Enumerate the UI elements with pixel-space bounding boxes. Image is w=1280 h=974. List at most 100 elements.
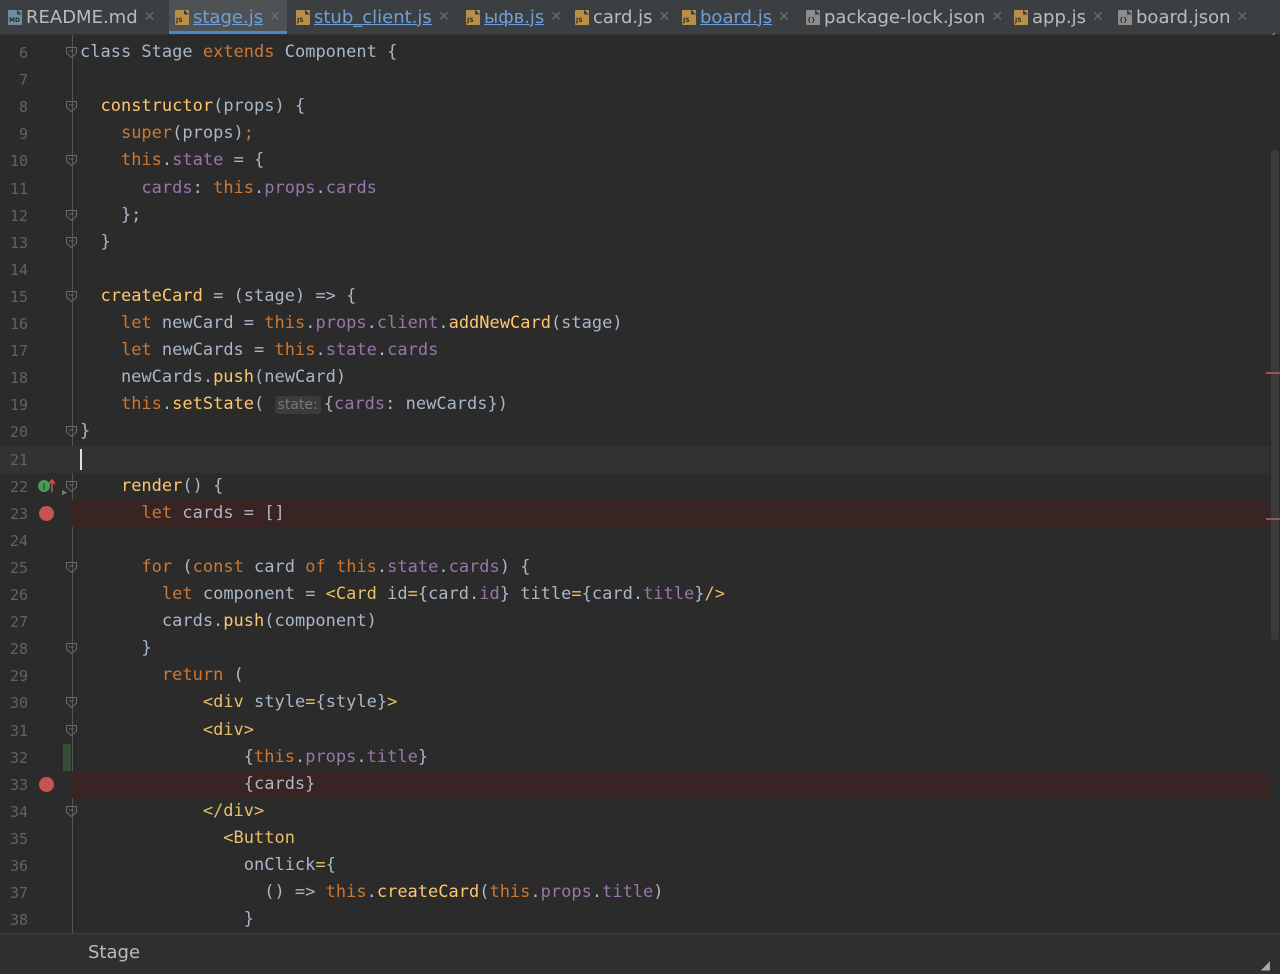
line-number[interactable]: 10 xyxy=(0,152,28,170)
close-icon[interactable]: ✕ xyxy=(659,9,671,25)
code-line[interactable]: 13 } xyxy=(0,229,1280,256)
code-text[interactable]: this.state = { xyxy=(80,149,264,172)
code-text[interactable]: () => this.createCard(this.props.title) xyxy=(80,881,663,904)
line-number[interactable]: 9 xyxy=(0,125,28,143)
code-line[interactable]: 29 return ( xyxy=(0,662,1280,689)
code-text[interactable]: let cards = [] xyxy=(80,502,284,525)
code-line[interactable]: 9 super(props); xyxy=(0,120,1280,147)
tab-stage-js[interactable]: JS stage.js ✕ xyxy=(169,0,287,34)
code-line[interactable]: 33 {cards} xyxy=(10,770,1280,798)
close-icon[interactable]: ✕ xyxy=(438,9,450,25)
line-number[interactable]: 33 xyxy=(0,776,28,794)
close-icon[interactable]: ✕ xyxy=(269,9,281,25)
tab-stub-client-js[interactable]: JS stub_client.js ✕ xyxy=(296,0,450,34)
code-text[interactable]: super(props); xyxy=(80,122,254,145)
code-text[interactable]: onClick={ xyxy=(80,854,336,877)
code-text[interactable]: let newCard = this.props.client.addNewCa… xyxy=(80,312,623,335)
code-text[interactable]: createCard = (stage) => { xyxy=(80,285,356,308)
tab-card-js[interactable]: JS card.js ✕ xyxy=(575,0,670,34)
breakpoint-icon[interactable] xyxy=(39,505,54,521)
code-line[interactable]: 15 createCard = (stage) => { xyxy=(0,283,1280,310)
code-line[interactable]: 19 this.setState( state: {cards: newCards… xyxy=(0,391,1280,418)
line-number[interactable]: 23 xyxy=(0,505,28,523)
close-icon[interactable]: ✕ xyxy=(550,9,562,25)
code-text[interactable]: } xyxy=(80,908,254,931)
code-text[interactable]: cards.push(component) xyxy=(80,610,377,633)
breakpoint-icon[interactable] xyxy=(39,776,54,792)
scrollbar-thumb[interactable] xyxy=(1271,150,1279,640)
fold-marker-icon[interactable] xyxy=(66,561,77,573)
code-line[interactable]: 37 () => this.createCard(this.props.titl… xyxy=(0,879,1280,906)
line-number[interactable]: 18 xyxy=(0,369,28,387)
tab-yfv-js[interactable]: JS ыфв.js ✕ xyxy=(466,0,562,34)
line-number[interactable]: 15 xyxy=(0,288,28,306)
line-number[interactable]: 22 xyxy=(0,478,28,496)
code-text[interactable]: <Button xyxy=(80,827,295,850)
code-line[interactable]: 31 <div> xyxy=(0,717,1280,744)
close-icon[interactable]: ✕ xyxy=(778,9,790,25)
code-line[interactable]: 6 class Stage extends Component { xyxy=(0,39,1280,66)
line-number[interactable]: 19 xyxy=(0,396,28,414)
line-number[interactable]: 25 xyxy=(0,559,28,577)
code-line[interactable]: 8 constructor(props) { xyxy=(0,93,1280,120)
code-line[interactable]: 14 xyxy=(0,256,1280,283)
code-line[interactable]: 7 xyxy=(0,66,1280,93)
code-text[interactable]: </div> xyxy=(80,800,264,823)
code-text[interactable]: let newCards = this.state.cards xyxy=(80,339,438,362)
fold-marker-icon[interactable] xyxy=(66,209,77,221)
code-line[interactable]: 17 let newCards = this.state.cards xyxy=(0,337,1280,364)
error-stripe-marker[interactable] xyxy=(1266,518,1280,520)
code-text[interactable]: }; xyxy=(80,204,141,227)
fold-marker-icon[interactable] xyxy=(66,236,77,248)
code-line[interactable]: 34 </div> xyxy=(0,798,1280,825)
code-line[interactable]: 30 <div style={style}> xyxy=(0,689,1280,716)
fold-marker-icon[interactable] xyxy=(66,643,77,655)
line-number[interactable]: 27 xyxy=(0,613,28,631)
code-text[interactable]: constructor(props) { xyxy=(80,95,305,118)
line-number[interactable]: 29 xyxy=(0,667,28,685)
code-text[interactable]: } xyxy=(80,420,90,443)
code-line[interactable]: 26 let component = <Card id={card.id} ti… xyxy=(0,581,1280,608)
code-line[interactable]: 36 onClick={ xyxy=(0,852,1280,879)
code-text[interactable]: {this.props.title} xyxy=(80,746,428,769)
code-text[interactable]: class Stage extends Component { xyxy=(80,41,397,64)
fold-marker-icon[interactable] xyxy=(66,101,77,113)
code-line[interactable]: 10 this.state = { xyxy=(0,147,1280,174)
fold-marker-icon[interactable] xyxy=(66,697,77,709)
line-number[interactable]: 34 xyxy=(0,803,28,821)
fold-marker-icon[interactable] xyxy=(66,480,77,492)
fold-marker-icon[interactable] xyxy=(66,290,77,302)
line-number[interactable]: 13 xyxy=(0,234,28,252)
code-line[interactable]: 20} xyxy=(0,418,1280,445)
code-line[interactable]: 35 <Button xyxy=(0,825,1280,852)
code-line[interactable]: 12 }; xyxy=(0,202,1280,229)
line-number[interactable]: 7 xyxy=(0,71,28,89)
line-number[interactable]: 21 xyxy=(0,451,28,469)
code-text[interactable]: cards: this.props.cards xyxy=(80,177,377,200)
code-line[interactable]: 23 let cards = [] xyxy=(10,499,1280,527)
code-text[interactable]: } xyxy=(80,637,151,660)
code-text[interactable]: <div> xyxy=(80,719,254,742)
close-icon[interactable]: ✕ xyxy=(1237,9,1249,25)
code-line[interactable]: 21 xyxy=(0,445,1280,473)
line-number[interactable]: 36 xyxy=(0,857,28,875)
code-line[interactable]: 16 let newCard = this.props.client.addNe… xyxy=(0,310,1280,337)
code-text[interactable]: this.setState( state: {cards: newCards}) xyxy=(80,393,508,416)
code-text[interactable]: for (const card of this.state.cards) { xyxy=(80,556,530,579)
code-line[interactable]: 11 cards: this.props.cards xyxy=(0,175,1280,202)
fold-marker-icon[interactable] xyxy=(66,724,77,736)
fold-marker-icon[interactable] xyxy=(66,47,77,58)
line-number[interactable]: 31 xyxy=(0,722,28,740)
override-method-icon[interactable]: I xyxy=(37,478,59,494)
code-text[interactable]: {cards} xyxy=(80,773,316,796)
line-number[interactable]: 32 xyxy=(0,749,28,767)
code-editor[interactable]: 6 class Stage extends Component { 7 8 const… xyxy=(0,35,1280,933)
line-number[interactable]: 26 xyxy=(0,586,28,604)
code-line[interactable]: 22 I ▶ render() { xyxy=(0,473,1280,500)
line-number[interactable]: 24 xyxy=(0,532,28,550)
tab-readme[interactable]: MD README.md ✕ xyxy=(8,0,155,34)
fold-marker-icon[interactable] xyxy=(66,155,77,167)
error-stripe-marker[interactable] xyxy=(1266,372,1280,374)
breadcrumb-item-stage[interactable]: Stage xyxy=(88,942,140,963)
tab-board-json[interactable]: {} board.json ✕ xyxy=(1118,0,1248,34)
